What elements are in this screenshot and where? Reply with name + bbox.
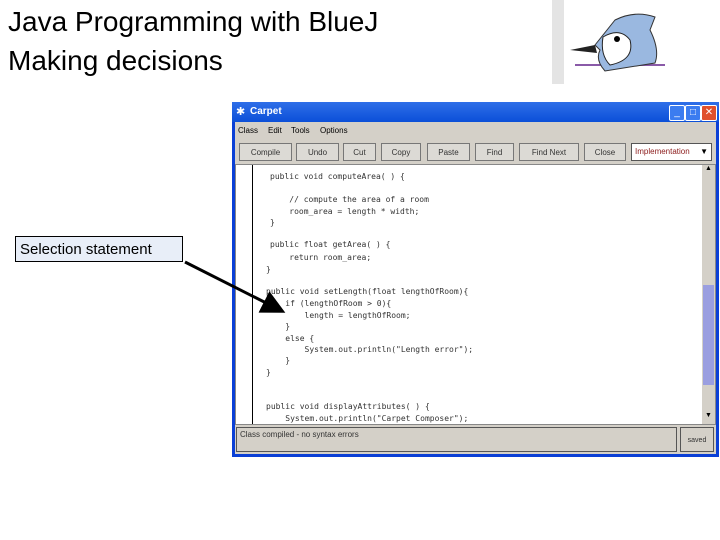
callout-arrow — [184, 260, 286, 313]
